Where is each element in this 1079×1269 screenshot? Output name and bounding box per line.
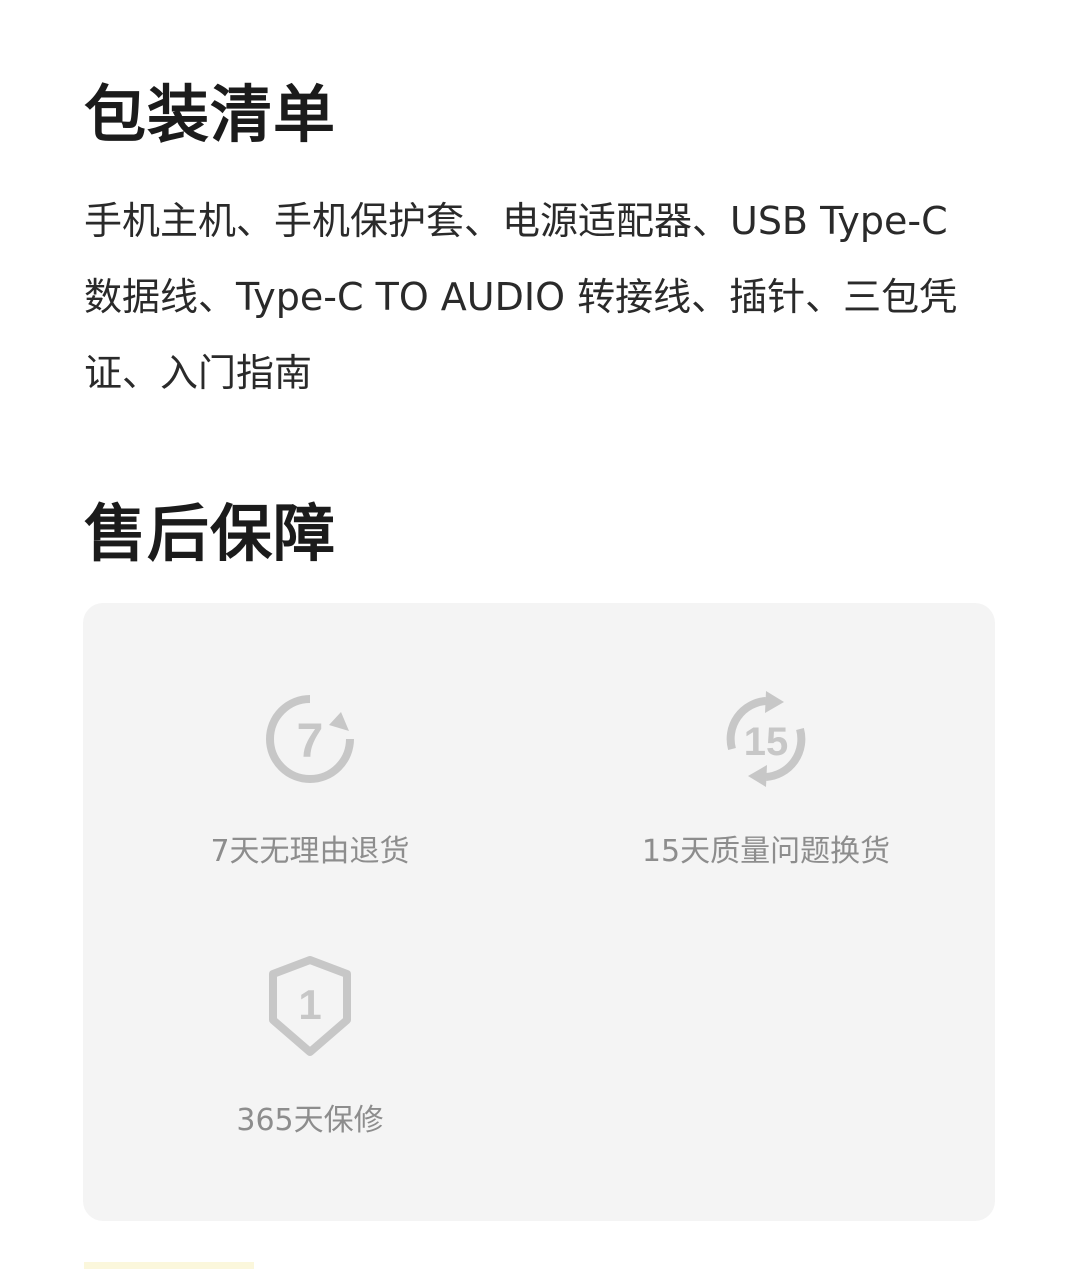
warranty-label: 365天保修 — [236, 1103, 384, 1138]
fifteen-day-exchange-item: 15 15天质量问题换货 — [586, 687, 946, 867]
warranty-item: 1 365天保修 — [130, 956, 490, 1136]
after-sales-title: 售后保障 — [84, 497, 337, 570]
bottom-section-edge — [84, 1262, 254, 1269]
seven-day-return-item: 7 7天无理由退货 — [130, 687, 490, 867]
seven-day-return-icon: 7 — [266, 695, 354, 783]
fifteen-day-exchange-icon: 15 — [726, 691, 806, 787]
warranty-shield-icon: 1 — [269, 956, 351, 1056]
package-list-title: 包装清单 — [84, 78, 337, 151]
after-sales-card: 7 7天无理由退货 15 15天质量问题换货 1 365天保修 — [83, 603, 995, 1221]
seven-day-return-icon-text: 7 — [297, 715, 324, 768]
warranty-shield-icon-text: 1 — [298, 981, 321, 1028]
fifteen-day-exchange-icon-text: 15 — [744, 720, 789, 764]
seven-day-return-label: 7天无理由退货 — [210, 834, 410, 869]
fifteen-day-exchange-label: 15天质量问题换货 — [641, 834, 891, 869]
package-list-content: 手机主机、手机保护套、电源适配器、USB Type-C 数据线、Type-C T… — [84, 199, 958, 395]
